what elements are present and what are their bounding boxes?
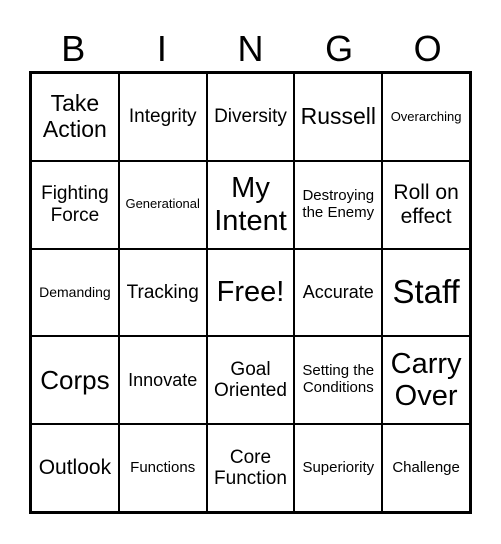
bingo-cell[interactable]: Demanding: [31, 248, 119, 337]
bingo-cell[interactable]: Tracking: [118, 248, 207, 337]
header-letter-g: G: [325, 28, 354, 69]
bingo-cell[interactable]: Integrity: [118, 73, 207, 161]
bingo-cell[interactable]: Superiority: [294, 424, 383, 512]
header-letter-n: N: [237, 28, 264, 69]
free-space-cell[interactable]: Free!: [206, 248, 295, 337]
bingo-cell[interactable]: Take Action: [31, 73, 119, 161]
bingo-cell[interactable]: Goal Oriented: [206, 336, 295, 425]
bingo-cell[interactable]: Corps: [31, 336, 119, 425]
bingo-cell[interactable]: Roll on effect: [382, 160, 470, 249]
header-letter-o: O: [413, 28, 442, 69]
bingo-cell[interactable]: Carry Over: [382, 336, 470, 425]
bingo-grid: Take Action Integrity Diversity Russell …: [29, 71, 472, 514]
bingo-header: B I N G O: [29, 26, 472, 72]
bingo-cell[interactable]: Innovate: [118, 336, 207, 425]
bingo-cell[interactable]: Setting the Conditions: [294, 336, 383, 425]
header-letter-i: I: [156, 28, 167, 69]
bingo-cell[interactable]: Functions: [118, 424, 207, 512]
bingo-cell[interactable]: Outlook: [31, 424, 119, 512]
bingo-cell[interactable]: Generational: [118, 160, 207, 249]
bingo-cell[interactable]: Russell: [294, 73, 383, 161]
bingo-cell[interactable]: My Intent: [206, 160, 295, 249]
bingo-cell[interactable]: Accurate: [294, 248, 383, 337]
header-letter-b: B: [61, 28, 86, 69]
bingo-cell[interactable]: Challenge: [382, 424, 470, 512]
bingo-cell[interactable]: Destroying the Enemy: [294, 160, 383, 249]
bingo-cell[interactable]: Fighting Force: [31, 160, 119, 249]
bingo-cell[interactable]: Diversity: [206, 73, 295, 161]
bingo-cell[interactable]: Overarching: [382, 73, 470, 161]
bingo-cell[interactable]: Staff: [382, 248, 470, 337]
bingo-cell[interactable]: Core Function: [206, 424, 295, 512]
